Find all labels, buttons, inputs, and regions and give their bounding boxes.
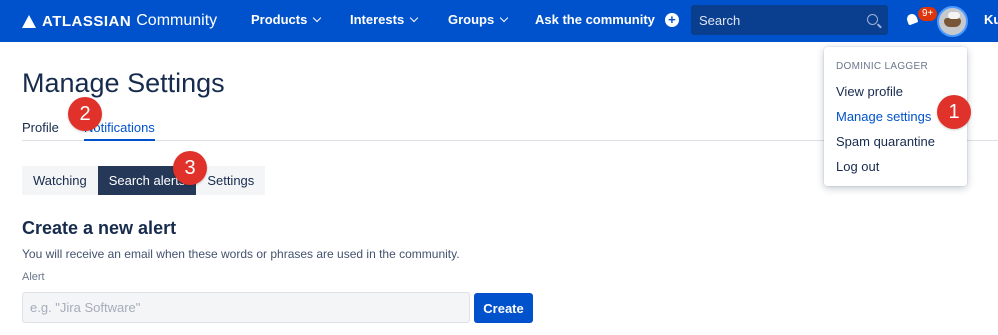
nav-products[interactable]: Products bbox=[251, 12, 322, 27]
tab-profile[interactable]: Profile bbox=[22, 120, 59, 139]
notification-bell-icon[interactable] bbox=[906, 14, 918, 26]
notification-subtabs: Watching Search alerts Settings bbox=[22, 166, 266, 195]
section-description: You will receive an email when these wor… bbox=[22, 247, 460, 261]
create-button[interactable]: Create bbox=[474, 293, 533, 323]
step-marker-2: 2 bbox=[68, 97, 102, 131]
nav-groups[interactable]: Groups bbox=[448, 12, 509, 27]
step-marker-3: 3 bbox=[173, 151, 207, 185]
chevron-down-icon bbox=[409, 13, 419, 23]
search-box bbox=[691, 5, 888, 35]
nav-groups-label: Groups bbox=[448, 12, 495, 27]
user-name-truncated[interactable]: Ku bbox=[984, 12, 998, 27]
alert-input[interactable] bbox=[22, 292, 470, 323]
menu-item-view-profile[interactable]: View profile bbox=[836, 84, 903, 99]
atlassian-community-logo[interactable]: ATLASSIAN Community bbox=[22, 11, 217, 31]
logo-text-light: Community bbox=[136, 12, 218, 29]
page-title: Manage Settings bbox=[22, 68, 225, 98]
notification-badge[interactable]: 9+ bbox=[918, 7, 938, 21]
chevron-down-icon bbox=[499, 13, 509, 23]
menu-item-manage-settings[interactable]: Manage settings bbox=[836, 109, 931, 124]
top-nav-bar: ATLASSIAN Community Products Interests G… bbox=[0, 0, 998, 42]
menu-item-log-out[interactable]: Log out bbox=[836, 159, 879, 174]
ask-community-button[interactable]: Ask the community + bbox=[535, 12, 679, 27]
search-input[interactable] bbox=[699, 11, 859, 29]
search-icon[interactable] bbox=[867, 14, 878, 25]
atlassian-logo-icon bbox=[22, 14, 36, 28]
step-marker-1: 1 bbox=[937, 95, 971, 129]
logo-text-bold: ATLASSIAN bbox=[42, 12, 132, 30]
dropdown-user-name: DOMINIC LAGGER bbox=[836, 61, 928, 72]
menu-item-spam-quarantine[interactable]: Spam quarantine bbox=[836, 134, 935, 149]
section-title: Create a new alert bbox=[22, 218, 177, 238]
chevron-down-icon bbox=[313, 13, 322, 23]
nav-interests-label: Interests bbox=[350, 12, 405, 27]
nav-interests[interactable]: Interests bbox=[350, 12, 419, 27]
ask-community-label: Ask the community bbox=[535, 12, 655, 27]
alert-field-label: Alert bbox=[22, 271, 45, 283]
nav-products-label: Products bbox=[251, 12, 308, 27]
plus-circle-icon: + bbox=[664, 12, 679, 27]
user-avatar[interactable] bbox=[937, 6, 968, 37]
subtab-watching[interactable]: Watching bbox=[22, 166, 98, 195]
